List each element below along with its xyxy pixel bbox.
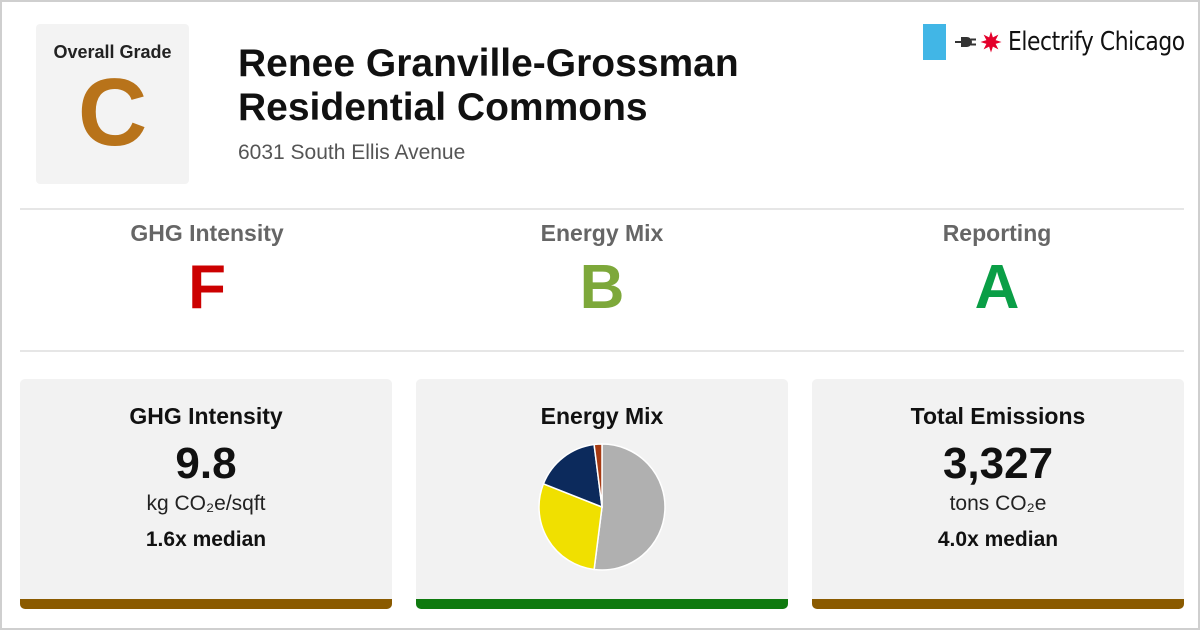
card-title: Energy Mix <box>540 403 664 429</box>
card-accent-bar <box>812 599 1184 609</box>
electrify-chicago-logo: Electrify Chicago <box>923 24 1185 60</box>
sub-grade-value: A <box>974 253 1020 322</box>
ghg-intensity-unit: kg CO₂e/sqft <box>146 492 266 515</box>
building-address: 6031 South Ellis Avenue <box>238 141 466 164</box>
ghg-intensity-median: 1.6x median <box>145 528 267 551</box>
energy-mix-pie-chart <box>537 442 667 572</box>
sub-grade-ghg: GHG Intensity F <box>9 220 405 323</box>
sub-grade-label: GHG Intensity <box>130 220 284 246</box>
building-name: Renee Granville-Grossman Residential Com… <box>238 42 739 129</box>
ghg-intensity-value: 9.8 <box>175 439 237 488</box>
social-card: Overall Grade C Renee Granville-Grossman… <box>0 0 1200 630</box>
pie-slice-0 <box>593 443 666 571</box>
total-emissions-value: 3,327 <box>942 439 1054 488</box>
sub-grade-value: B <box>579 253 625 322</box>
plug-icon <box>955 37 976 47</box>
energy-mix-card: Energy Mix <box>416 379 788 609</box>
total-emissions-card: Total Emissions 3,327 tons CO₂e 4.0x med… <box>812 379 1184 609</box>
card-title: GHG Intensity <box>129 403 283 429</box>
card-accent-bar <box>20 599 392 609</box>
sub-grade-value: F <box>188 253 226 322</box>
overall-grade-value: C <box>77 59 148 166</box>
sub-grade-energy-mix: Energy Mix B <box>404 220 800 323</box>
card-title: Total Emissions <box>910 403 1086 429</box>
divider-middle <box>20 350 1184 352</box>
card-accent-bar <box>416 599 788 609</box>
chicago-flag-stripe-icon <box>923 24 946 60</box>
logo-text: Electrify Chicago <box>1008 27 1185 57</box>
total-emissions-median: 4.0x median <box>937 528 1059 551</box>
energy-mix-pie-svg <box>538 443 666 571</box>
overall-grade-box: Overall Grade C <box>36 24 189 184</box>
sub-grade-label: Reporting <box>942 220 1052 246</box>
total-emissions-unit: tons CO₂e <box>949 492 1047 515</box>
chicago-star-icon <box>980 31 1002 53</box>
sub-grades-row: GHG Intensity F Energy Mix B Reporting A <box>2 220 1200 340</box>
sub-grade-label: Energy Mix <box>540 220 664 246</box>
sub-grade-reporting: Reporting A <box>799 220 1195 323</box>
ghg-intensity-card: GHG Intensity 9.8 kg CO₂e/sqft 1.6x medi… <box>20 379 392 609</box>
divider-top <box>20 208 1184 210</box>
